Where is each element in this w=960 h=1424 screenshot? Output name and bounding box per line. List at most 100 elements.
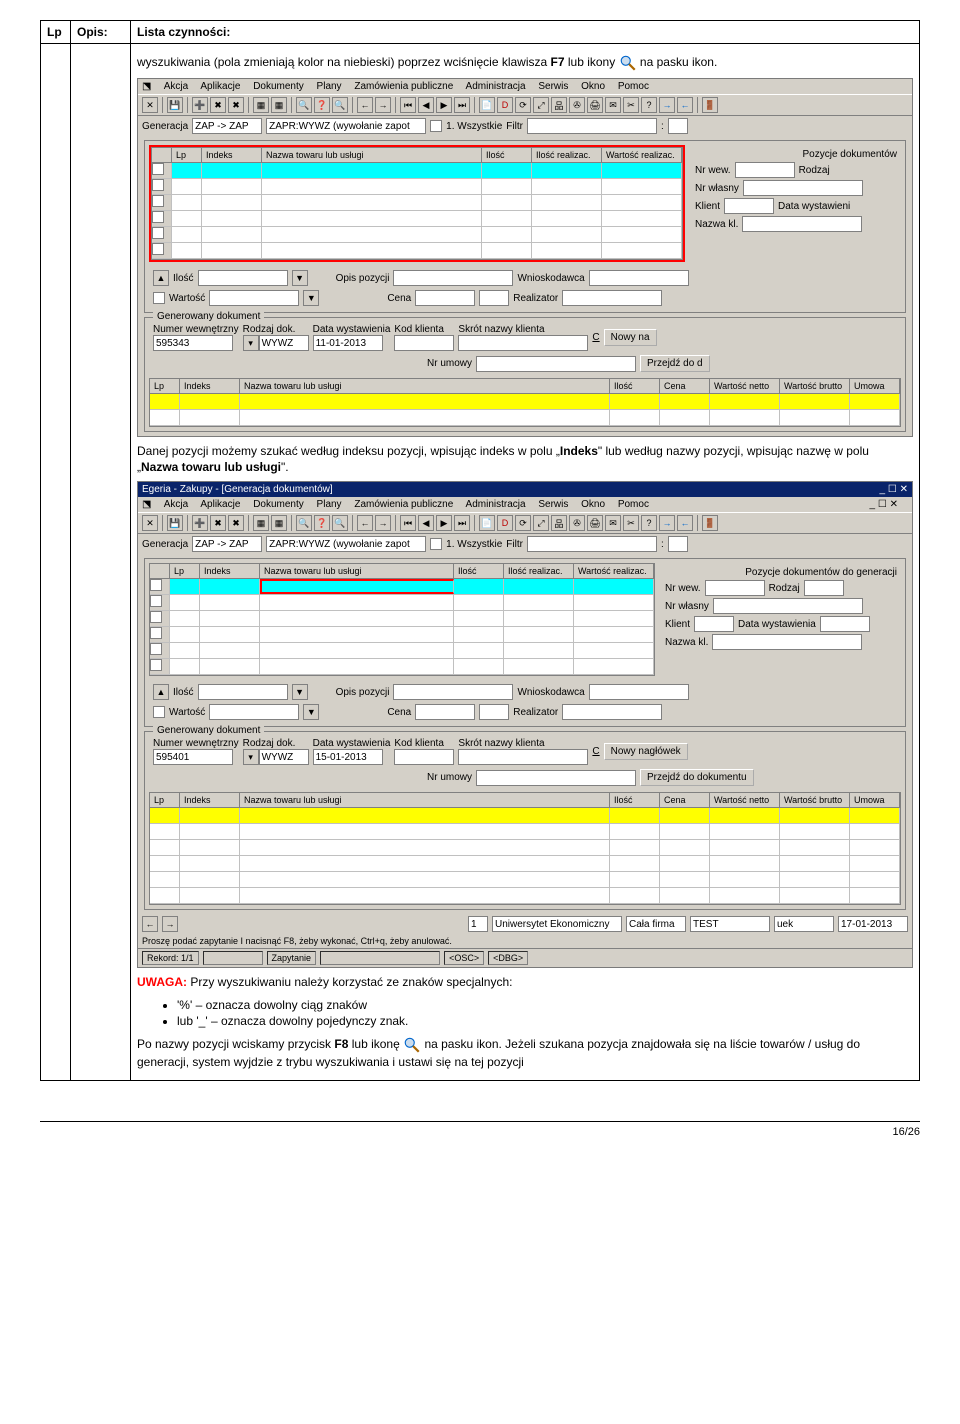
toolbar-btn[interactable]: 📄 — [479, 515, 495, 531]
toolbar-btn[interactable]: 品 — [551, 97, 567, 113]
menu-item[interactable]: Administracja — [466, 499, 526, 510]
filter-field[interactable] — [527, 118, 657, 134]
filter-field-2[interactable] — [668, 536, 688, 552]
scroll-up-icon[interactable]: ▲ — [153, 270, 169, 286]
wniosk-field[interactable] — [589, 270, 689, 286]
menu-item[interactable]: Pomoc — [618, 81, 649, 92]
exit-icon[interactable]: 🚪 — [702, 515, 718, 531]
menu-item[interactable]: Dokumenty — [253, 499, 304, 510]
scroll-down-icon[interactable]: ▼ — [303, 290, 319, 306]
nrwew-field[interactable] — [735, 162, 795, 178]
menu-item[interactable]: Zamówienia publiczne — [354, 81, 453, 92]
grid-row[interactable] — [150, 627, 654, 643]
realiz-field[interactable] — [562, 290, 662, 306]
menu-item[interactable]: Zamówienia publiczne — [354, 499, 453, 510]
toolbar-btn[interactable]: ✂ — [623, 515, 639, 531]
mail-icon[interactable]: ✉ — [605, 515, 621, 531]
window-controls[interactable]: _ ☐ ✕ — [880, 484, 908, 495]
checkbox[interactable] — [430, 120, 442, 132]
toolbar-btn[interactable]: ✕ — [142, 515, 158, 531]
grid-row[interactable] — [150, 856, 900, 872]
generacja-field[interactable]: ZAP -> ZAP — [192, 118, 262, 134]
grid-row[interactable] — [150, 840, 900, 856]
klient-field[interactable] — [724, 198, 774, 214]
print-icon[interactable]: 🖨 — [587, 97, 603, 113]
toolbar-btn[interactable]: ✇ — [569, 515, 585, 531]
nrwew-field[interactable] — [705, 580, 765, 596]
menu-item[interactable]: Dokumenty — [253, 81, 304, 92]
toolbar-btn[interactable]: ✖ — [210, 97, 226, 113]
menu-item[interactable]: Administracja — [466, 81, 526, 92]
grid-row[interactable] — [150, 659, 654, 675]
grid-row[interactable] — [152, 179, 682, 195]
nav-left-icon[interactable]: ← — [677, 515, 693, 531]
toolbar-btn[interactable]: D — [497, 97, 513, 113]
wniosk-field[interactable] — [589, 684, 689, 700]
grid-row[interactable] — [150, 611, 654, 627]
grid-row[interactable] — [150, 595, 654, 611]
grid-row[interactable] — [150, 872, 900, 888]
filter-field-2[interactable] — [668, 118, 688, 134]
filter-field[interactable] — [527, 536, 657, 552]
cena-field-2[interactable] — [479, 290, 509, 306]
nav-right-icon[interactable]: → — [375, 515, 391, 531]
search-icon[interactable]: 🔍 — [296, 515, 312, 531]
grid-row[interactable] — [150, 824, 900, 840]
toolbar-btn[interactable]: ✖ — [228, 515, 244, 531]
klient-field[interactable] — [694, 616, 734, 632]
cena-field[interactable] — [415, 290, 475, 306]
toolbar-btn[interactable]: ▦ — [271, 97, 287, 113]
toolbar-btn[interactable]: ❓ — [314, 515, 330, 531]
cena-field[interactable] — [415, 704, 475, 720]
toolbar-btn[interactable]: ✇ — [569, 97, 585, 113]
realiz-field[interactable] — [562, 704, 662, 720]
toolbar-btn[interactable]: ⤢ — [533, 97, 549, 113]
nowy-naglowek-button[interactable]: Nowy nagłówek — [604, 743, 688, 760]
nav-left-icon[interactable]: ← — [357, 97, 373, 113]
grid-row[interactable] — [150, 888, 900, 904]
grid-row-active[interactable] — [150, 808, 900, 824]
toolbar-btn[interactable]: ▦ — [271, 515, 287, 531]
dropdown-icon[interactable]: ▾ — [243, 335, 259, 351]
scroll-up-icon[interactable]: ▲ — [153, 684, 169, 700]
nrwlasny-field[interactable] — [713, 598, 863, 614]
menu-item[interactable]: Plany — [317, 81, 342, 92]
grid-row[interactable] — [152, 211, 682, 227]
toolbar-btn[interactable]: ⟳ — [515, 515, 531, 531]
nazwakl-field[interactable] — [742, 216, 862, 232]
menu-item[interactable]: Akcja — [164, 81, 188, 92]
toolbar-btn[interactable]: ✖ — [210, 515, 226, 531]
toolbar-btn[interactable]: ❓ — [314, 97, 330, 113]
skrot-field[interactable] — [458, 335, 588, 351]
toolbar-btn[interactable]: ➕ — [192, 97, 208, 113]
grid-row[interactable] — [152, 195, 682, 211]
opis-field[interactable] — [393, 684, 513, 700]
menu-item[interactable]: Plany — [317, 499, 342, 510]
toolbar-btn[interactable]: D — [497, 515, 513, 531]
grid-row[interactable] — [150, 410, 900, 426]
toolbar-btn[interactable]: ▦ — [253, 515, 269, 531]
scroll-down-icon[interactable]: ▼ — [292, 270, 308, 286]
toolbar-btn[interactable]: ▦ — [253, 97, 269, 113]
help-icon[interactable]: ? — [641, 97, 657, 113]
window-controls[interactable]: _ ☐ ✕ — [870, 499, 898, 510]
generacja-desc-field[interactable]: ZAPR:WYWZ (wywołanie zapot — [266, 536, 426, 552]
przejdz-button[interactable]: Przejdź do d — [640, 355, 710, 372]
toolbar-btn[interactable]: ✂ — [623, 97, 639, 113]
kodkl-field[interactable] — [394, 335, 454, 351]
menu-item[interactable]: Okno — [581, 81, 605, 92]
nrwewn-field[interactable]: 595401 — [153, 749, 233, 765]
menu-item[interactable]: Aplikacje — [200, 499, 240, 510]
prev-icon[interactable]: ◀ — [418, 515, 434, 531]
cena-field-2[interactable] — [479, 704, 509, 720]
prev-icon[interactable]: ◀ — [418, 97, 434, 113]
search-icon[interactable]: 🔍 — [296, 97, 312, 113]
grid-row[interactable] — [152, 227, 682, 243]
wartosc-field[interactable] — [209, 290, 299, 306]
last-icon[interactable]: ⏭ — [454, 515, 470, 531]
rodzdok-field[interactable]: WYWZ — [259, 335, 309, 351]
mail-icon[interactable]: ✉ — [605, 97, 621, 113]
ilosc-field[interactable] — [198, 270, 288, 286]
first-icon[interactable]: ⏮ — [400, 97, 416, 113]
nrwewn-field[interactable]: 595343 — [153, 335, 233, 351]
